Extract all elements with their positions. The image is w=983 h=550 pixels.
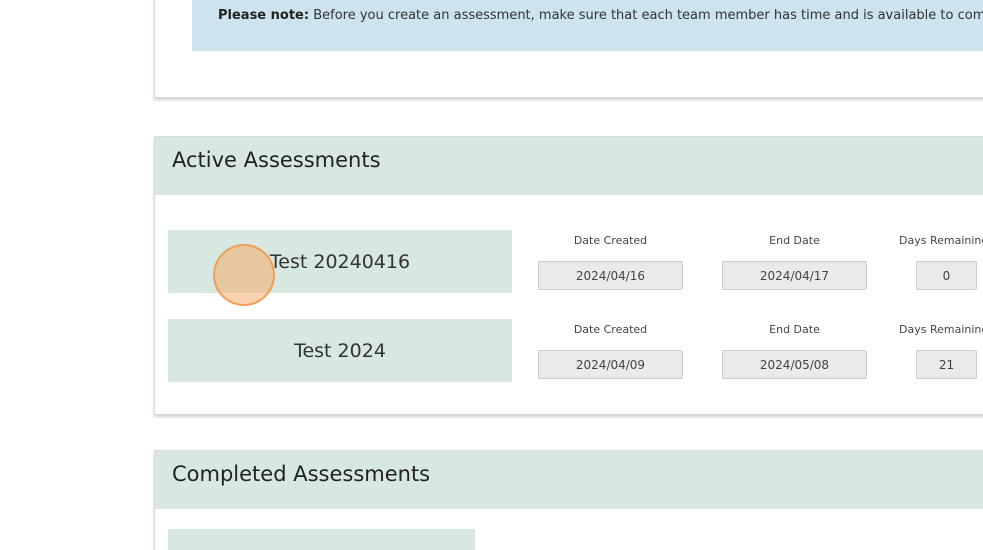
assessment-name-button[interactable]: Test 20240416 — [168, 230, 512, 293]
end-date-field: End Date 2024/04/17 — [722, 230, 867, 290]
date-created-value: 2024/04/09 — [538, 350, 683, 379]
days-remaining-value: 0 — [916, 261, 977, 290]
active-assessments-title: Active Assessments — [172, 148, 381, 172]
date-created-label: Date Created — [573, 234, 648, 247]
page: Please note: Before you create an assess… — [0, 0, 983, 550]
date-created-value: 2024/04/16 — [538, 261, 683, 290]
assessment-row: Test 20240416 Date Created 2024/04/16 En… — [155, 230, 983, 294]
days-remaining-label: Days Remaining — [899, 234, 983, 247]
assessment-name-button[interactable]: Test 2024 — [168, 319, 512, 382]
date-created-label: Date Created — [573, 323, 648, 336]
create-assessment-card: Please note: Before you create an assess… — [154, 0, 983, 98]
end-date-label: End Date — [769, 234, 820, 247]
completed-assessments-header: Completed Assessments — [155, 451, 983, 509]
active-assessments-header: Active Assessments — [155, 137, 983, 195]
note-text: Before you create an assessment, make su… — [309, 8, 983, 23]
end-date-label: End Date — [769, 323, 820, 336]
days-remaining-field: Days Remaining 0 — [899, 230, 983, 290]
active-assessments-card: Active Assessments Test 20240416 Date Cr… — [154, 136, 983, 415]
end-date-field: End Date 2024/05/08 — [722, 319, 867, 379]
assessment-row: Test 2024 Date Created 2024/04/09 End Da… — [155, 319, 983, 383]
end-date-value: 2024/04/17 — [722, 261, 867, 290]
info-note: Please note: Before you create an assess… — [192, 0, 983, 51]
days-remaining-value: 21 — [916, 350, 977, 379]
completed-assessment-item[interactable] — [168, 529, 475, 550]
days-remaining-label: Days Remaining — [899, 323, 983, 336]
note-label: Please note: — [218, 8, 310, 23]
date-created-field: Date Created 2024/04/16 — [538, 230, 683, 290]
days-remaining-field: Days Remaining 21 — [899, 319, 983, 379]
completed-assessments-title: Completed Assessments — [172, 462, 431, 486]
date-created-field: Date Created 2024/04/09 — [538, 319, 683, 379]
completed-assessments-card: Completed Assessments — [154, 450, 983, 550]
end-date-value: 2024/05/08 — [722, 350, 867, 379]
